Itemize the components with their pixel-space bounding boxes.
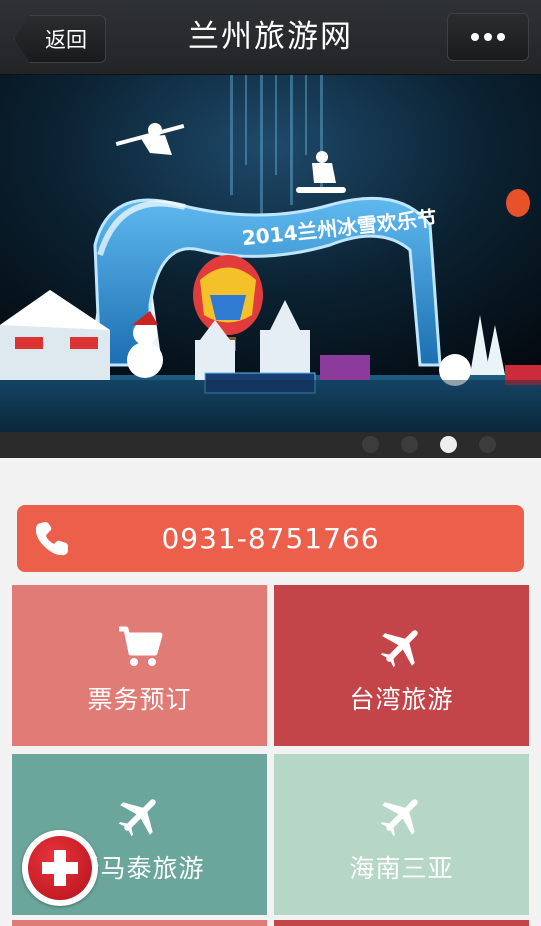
tile-next-row: [12, 920, 267, 926]
pager-dot[interactable]: [479, 436, 496, 453]
tile-taiwan-tour[interactable]: 台湾旅游: [274, 585, 529, 746]
tile-ticket-booking[interactable]: 票务预订: [12, 585, 267, 746]
airplane-icon: [380, 799, 418, 837]
tile-label: 海南三亚: [349, 854, 454, 883]
pager-dot[interactable]: [401, 436, 418, 453]
pager-dot-active[interactable]: [440, 436, 457, 453]
tile-next-row: [274, 920, 529, 926]
page-title: 兰州旅游网: [188, 19, 353, 55]
banner-image: 2014兰州冰雪欢乐节: [0, 75, 541, 432]
tile-label: 台湾旅游: [349, 685, 454, 714]
fab-inner: [28, 836, 92, 900]
banner-slider[interactable]: 2014兰州冰雪欢乐节: [0, 75, 541, 432]
cart-icon: [119, 626, 163, 666]
navigation-bar: 返回 兰州旅游网: [0, 0, 541, 75]
airplane-icon: [380, 630, 418, 668]
more-button[interactable]: [447, 13, 529, 61]
tile-hainan-sanya[interactable]: 海南三亚: [274, 754, 529, 915]
back-button[interactable]: 返回: [14, 15, 106, 63]
floating-menu-button[interactable]: [22, 830, 98, 906]
more-dots-icon: [471, 33, 505, 41]
slider-pager: [0, 432, 541, 458]
tile-label: 票务预订: [87, 685, 192, 714]
call-button[interactable]: 0931-8751766: [17, 505, 524, 572]
plus-icon: [42, 850, 78, 886]
pager-dot[interactable]: [362, 436, 379, 453]
phone-number: 0931-8751766: [161, 522, 380, 555]
airplane-icon: [118, 799, 156, 837]
